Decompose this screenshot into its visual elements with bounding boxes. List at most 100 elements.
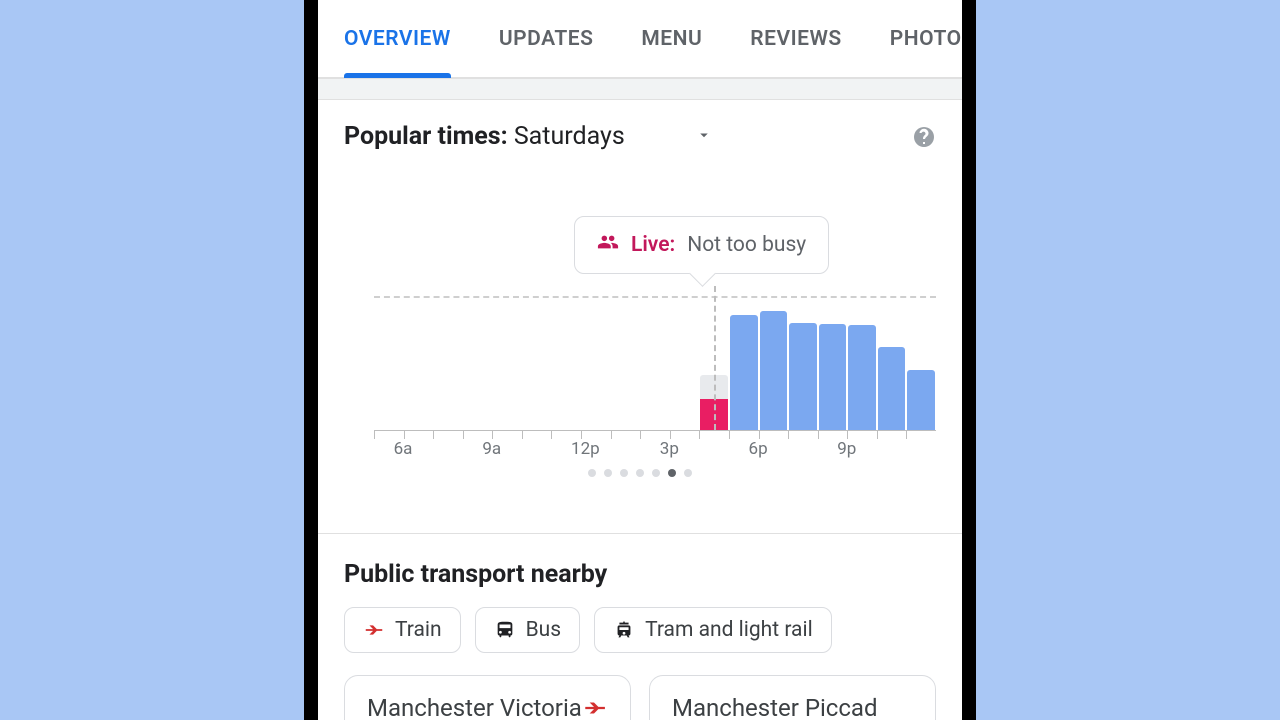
day-dot[interactable] bbox=[620, 469, 628, 477]
bar-slot[interactable] bbox=[433, 296, 463, 430]
tab-menu[interactable]: MENU bbox=[641, 0, 702, 77]
tick bbox=[492, 431, 522, 439]
bar-slot[interactable] bbox=[729, 296, 759, 430]
live-tooltip: Live: Not too busy bbox=[574, 216, 829, 274]
x-axis-label: 6a bbox=[394, 439, 483, 459]
tick bbox=[759, 431, 789, 439]
tick bbox=[877, 431, 907, 439]
tabs-bar: OVERVIEW UPDATES MENU REVIEWS PHOTOS bbox=[318, 0, 962, 78]
help-icon bbox=[912, 125, 936, 149]
popular-times-header: Popular times: Saturdays bbox=[318, 100, 962, 161]
station-name-1: Manchester Piccad bbox=[672, 694, 878, 720]
day-pagination-dots bbox=[344, 469, 936, 477]
bar-slot[interactable] bbox=[611, 296, 641, 430]
bar-usually bbox=[819, 324, 847, 430]
x-axis-label: 6p bbox=[749, 439, 838, 459]
tick bbox=[404, 431, 434, 439]
bar-slot[interactable] bbox=[847, 296, 877, 430]
bar-slot[interactable] bbox=[788, 296, 818, 430]
day-dropdown-caret[interactable] bbox=[695, 126, 713, 148]
bar-slot[interactable] bbox=[581, 296, 611, 430]
tick bbox=[581, 431, 611, 439]
bar-usually bbox=[848, 325, 876, 430]
tab-updates[interactable]: UPDATES bbox=[499, 0, 594, 77]
tick bbox=[729, 431, 759, 439]
popular-times-label: Popular times: bbox=[344, 122, 508, 151]
chip-tram-label: Tram and light rail bbox=[645, 618, 813, 642]
bar-slot[interactable] bbox=[522, 296, 552, 430]
tab-photos[interactable]: PHOTOS bbox=[890, 0, 962, 77]
tick bbox=[788, 431, 818, 439]
train-icon bbox=[363, 619, 385, 641]
chip-train-label: Train bbox=[395, 618, 442, 642]
tick bbox=[906, 431, 936, 439]
bar-slot[interactable] bbox=[492, 296, 522, 430]
bar-slot[interactable] bbox=[463, 296, 493, 430]
bar-slot[interactable] bbox=[551, 296, 581, 430]
tab-overview[interactable]: OVERVIEW bbox=[344, 0, 451, 77]
tab-reviews[interactable]: REVIEWS bbox=[750, 0, 841, 77]
bar-slot[interactable] bbox=[670, 296, 700, 430]
chip-tram[interactable]: Tram and light rail bbox=[594, 607, 832, 653]
x-axis-label: 9p bbox=[837, 439, 926, 459]
chip-bus[interactable]: Bus bbox=[475, 607, 581, 653]
day-dot[interactable] bbox=[604, 469, 612, 477]
device-frame: OVERVIEW UPDATES MENU REVIEWS PHOTOS Pop… bbox=[304, 0, 976, 720]
help-button[interactable] bbox=[912, 125, 936, 149]
x-axis-label: 3p bbox=[660, 439, 749, 459]
chart-plot-area bbox=[374, 296, 936, 431]
bar-slot[interactable] bbox=[699, 296, 729, 430]
bar-slot[interactable] bbox=[374, 296, 404, 430]
station-name-0: Manchester Victoria bbox=[367, 694, 582, 720]
tram-icon bbox=[613, 619, 635, 641]
chevron-down-icon bbox=[695, 126, 713, 144]
station-cards: Manchester Victoria Manchester Piccad bbox=[344, 675, 936, 720]
tick bbox=[818, 431, 848, 439]
tick bbox=[433, 431, 463, 439]
people-icon bbox=[597, 231, 619, 259]
live-indicator-line bbox=[714, 286, 716, 430]
popular-times-title: Popular times: Saturdays bbox=[344, 122, 625, 151]
tick bbox=[640, 431, 670, 439]
tick bbox=[847, 431, 877, 439]
x-axis-label: 9a bbox=[482, 439, 571, 459]
bus-icon bbox=[494, 619, 516, 641]
popular-times-day: Saturdays bbox=[514, 122, 625, 151]
bar-slot[interactable] bbox=[877, 296, 907, 430]
station-card-1[interactable]: Manchester Piccad bbox=[649, 675, 936, 720]
chart-bars bbox=[374, 296, 936, 430]
live-status: Not too busy bbox=[687, 233, 806, 257]
chart-xlabels: 6a9a12p3p6p9p bbox=[374, 439, 936, 459]
day-dot[interactable] bbox=[684, 469, 692, 477]
bar-usually bbox=[760, 311, 788, 430]
bar-slot[interactable] bbox=[818, 296, 848, 430]
bar-slot[interactable] bbox=[640, 296, 670, 430]
day-dot[interactable] bbox=[668, 469, 676, 477]
day-dot[interactable] bbox=[652, 469, 660, 477]
tick bbox=[611, 431, 641, 439]
chip-bus-label: Bus bbox=[526, 618, 562, 642]
section-divider bbox=[318, 78, 962, 100]
tick bbox=[551, 431, 581, 439]
public-transport-section: Public transport nearby Train Bus Tram a… bbox=[318, 533, 962, 720]
public-transport-heading: Public transport nearby bbox=[344, 560, 936, 589]
bar-usually bbox=[730, 315, 758, 430]
tick bbox=[699, 431, 729, 439]
bar-slot[interactable] bbox=[404, 296, 434, 430]
tick bbox=[522, 431, 552, 439]
chip-train[interactable]: Train bbox=[344, 607, 461, 653]
bar-usually bbox=[789, 323, 817, 430]
bar-usually bbox=[907, 370, 935, 430]
tick bbox=[670, 431, 700, 439]
train-icon bbox=[582, 694, 608, 720]
station-card-0[interactable]: Manchester Victoria bbox=[344, 675, 631, 720]
transport-chips: Train Bus Tram and light rail bbox=[344, 607, 936, 653]
chart-ticks bbox=[374, 431, 936, 439]
bar-slot[interactable] bbox=[906, 296, 936, 430]
day-dot[interactable] bbox=[588, 469, 596, 477]
bar-slot[interactable] bbox=[759, 296, 789, 430]
live-label: Live: bbox=[631, 233, 675, 257]
tick bbox=[463, 431, 493, 439]
day-dot[interactable] bbox=[636, 469, 644, 477]
popular-times-chart: Live: Not too busy 6a9a12p3p6p9p bbox=[344, 211, 936, 501]
